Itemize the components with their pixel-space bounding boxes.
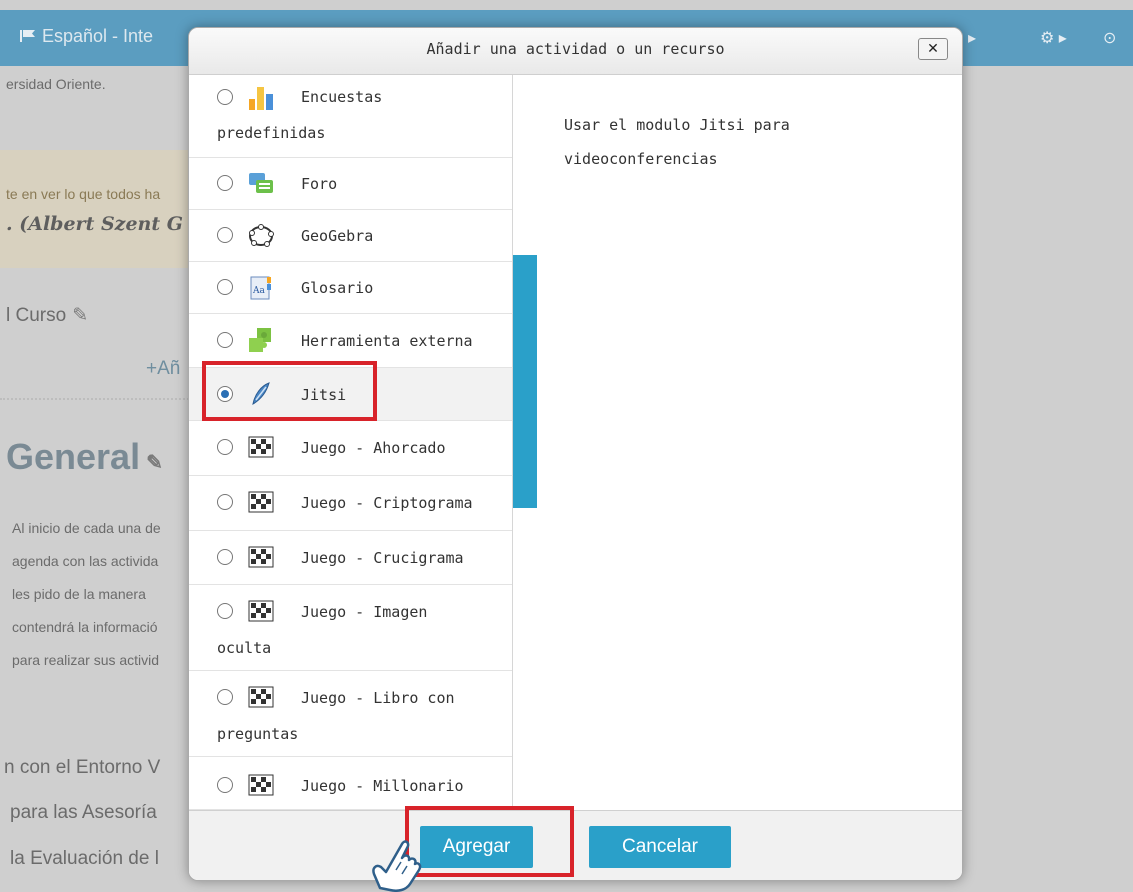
option-encuestas-predefinidas[interactable]: Encuestas predefinidas <box>189 75 512 158</box>
option-label: Juego - Criptograma <box>301 494 473 512</box>
user-menu-icon[interactable]: ⊙ <box>1103 28 1116 48</box>
option-label: Juego - Millonario <box>301 777 464 795</box>
option-glosario[interactable]: Aa Glosario <box>189 262 512 314</box>
paragraph-line: Al inicio de cada una de <box>12 520 161 536</box>
paragraph-line: contendrá la informació <box>12 619 158 635</box>
puzzle-icon <box>249 328 271 352</box>
paragraph-line: agenda con las activida <box>12 553 159 569</box>
radio-button[interactable] <box>217 689 233 705</box>
game-board-icon <box>248 491 274 513</box>
resource-link[interactable]: n con el Entorno V <box>4 757 160 779</box>
paragraph-line: les pido de la manera <box>12 586 146 602</box>
radio-button[interactable] <box>217 603 233 619</box>
chevron-right-icon[interactable]: ▸ <box>968 28 976 48</box>
section-heading: General ✎ <box>6 436 163 478</box>
option-label: Juego - Ahorcado <box>301 439 446 457</box>
option-label-continued: preguntas <box>217 725 299 743</box>
option-label: Glosario <box>301 279 374 297</box>
radio-button[interactable] <box>217 494 233 510</box>
quote-box <box>0 150 200 268</box>
game-board-icon <box>248 436 274 458</box>
forum-icon <box>249 173 273 193</box>
hand-pointer-icon <box>372 840 422 892</box>
option-label: GeoGebra <box>301 227 374 245</box>
resource-link[interactable]: la Evaluación de l <box>10 848 159 870</box>
paragraph-line: para realizar sus activid <box>12 652 160 668</box>
activity-options-list[interactable]: Encuestas predefinidas Foro GeoGebra Aa … <box>189 75 513 810</box>
radio-button[interactable] <box>217 175 233 191</box>
course-label: l Curso <box>6 305 67 326</box>
breadcrumb[interactable]: Español - Inte <box>20 26 153 47</box>
option-label: Juego - Crucigrama <box>301 549 464 567</box>
dialog-footer: Agregar Cancelar <box>189 810 962 880</box>
option-juego-imagen-oculta[interactable]: Juego - Imagen oculta <box>189 585 512 671</box>
highlight-box-jitsi <box>202 361 377 421</box>
glossary-icon: Aa <box>250 276 271 300</box>
option-label: Foro <box>301 175 338 193</box>
svg-text:Aa: Aa <box>252 286 265 296</box>
option-label: Juego - Libro con <box>301 689 455 707</box>
gear-icon[interactable]: ⚙ ▸ <box>1040 28 1067 48</box>
activity-description: Usar el modulo Jitsi para videoconferenc… <box>564 108 944 176</box>
section-divider <box>0 398 200 400</box>
option-juego-millonario[interactable]: Juego - Millonario <box>189 757 512 810</box>
option-label-continued: predefinidas <box>217 124 326 142</box>
dialog-header: Añadir una actividad o un recurso ✕ <box>189 28 962 75</box>
option-juego-criptograma[interactable]: Juego - Criptograma <box>189 476 512 531</box>
add-activity-link[interactable]: +Añ <box>146 358 180 380</box>
option-herramienta-externa[interactable]: Herramienta externa <box>189 314 512 368</box>
scrollbar-thumb[interactable] <box>513 255 537 508</box>
activity-chooser-dialog: Añadir una actividad o un recurso ✕ Encu… <box>188 27 963 881</box>
radio-button[interactable] <box>217 227 233 243</box>
option-juego-ahorcado[interactable]: Juego - Ahorcado <box>189 421 512 476</box>
radio-button[interactable] <box>217 332 233 348</box>
site-text: ersidad Oriente. <box>6 76 106 92</box>
course-title: l Curso ✎ <box>6 304 88 327</box>
cancel-button[interactable]: Cancelar <box>589 826 731 868</box>
quote-author: . (Albert Szent G <box>6 213 183 235</box>
option-geogebra[interactable]: GeoGebra <box>189 210 512 262</box>
survey-chart-icon <box>249 87 273 110</box>
edit-pencil-icon[interactable]: ✎ <box>72 304 88 327</box>
game-board-icon <box>248 686 274 708</box>
flag-icon <box>20 30 35 42</box>
option-label: Juego - Imagen <box>301 603 428 621</box>
breadcrumb-label: Español - Inte <box>42 26 154 46</box>
game-board-icon <box>248 546 274 568</box>
game-board-icon <box>248 600 274 622</box>
close-button[interactable]: ✕ <box>918 38 948 60</box>
geogebra-icon <box>249 224 274 247</box>
option-juego-libro-con-preguntas[interactable]: Juego - Libro con preguntas <box>189 671 512 757</box>
edit-section-icon[interactable]: ✎ <box>146 450 163 475</box>
option-label: Herramienta externa <box>301 332 473 350</box>
game-board-icon <box>248 774 274 796</box>
option-juego-crucigrama[interactable]: Juego - Crucigrama <box>189 531 512 585</box>
radio-button[interactable] <box>217 439 233 455</box>
quote-line-1: te en ver lo que todos ha <box>6 186 161 202</box>
radio-button[interactable] <box>217 279 233 295</box>
description-line: videoconferencias <box>564 150 718 168</box>
option-label: Encuestas <box>301 88 383 106</box>
option-label-continued: oculta <box>217 639 272 657</box>
radio-button[interactable] <box>217 89 233 105</box>
radio-button[interactable] <box>217 549 233 565</box>
option-foro[interactable]: Foro <box>189 158 512 210</box>
section-title: General <box>6 436 141 477</box>
description-line: Usar el modulo Jitsi para <box>564 116 790 134</box>
dialog-title: Añadir una actividad o un recurso <box>426 40 725 58</box>
resource-link[interactable]: para las Asesoría <box>10 802 157 824</box>
radio-button[interactable] <box>217 777 233 793</box>
